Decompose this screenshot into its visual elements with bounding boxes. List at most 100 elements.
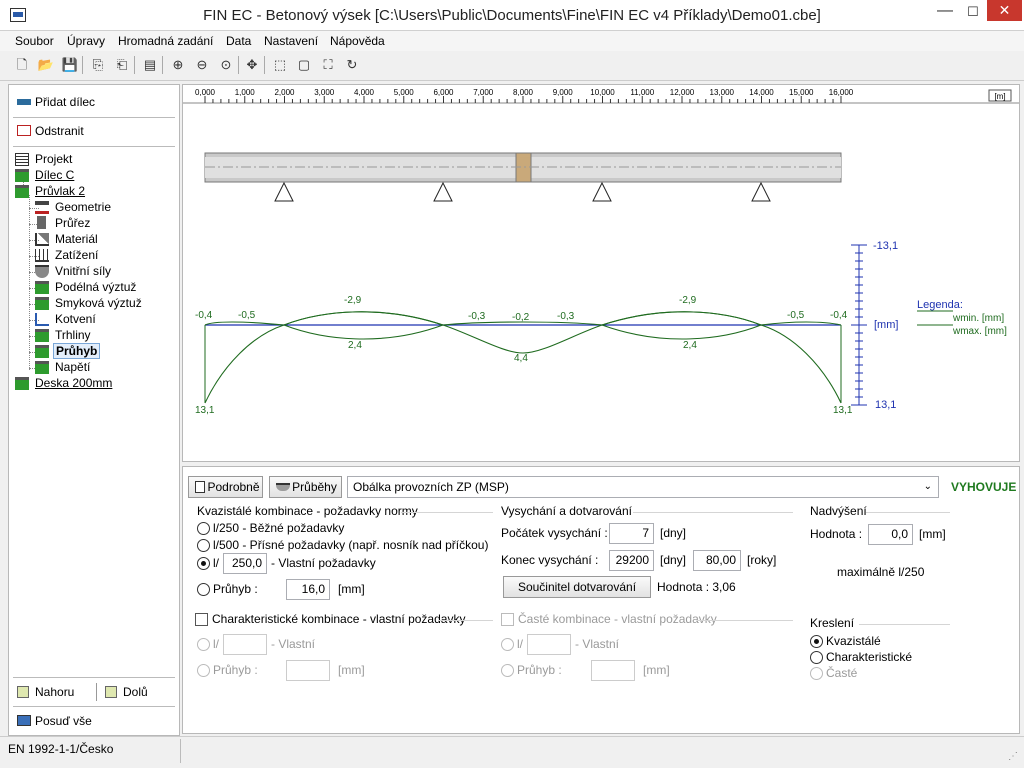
move-down-button[interactable]: Dolů (97, 678, 179, 706)
ruler-labels: 0,000 1,000 2,000 3,000 4,000 5,000 6,000 7,000… (195, 88, 854, 97)
copy-icon[interactable]: ⎘ (88, 55, 108, 75)
freq-l-input[interactable] (527, 634, 571, 655)
paste-icon[interactable]: ⎗ (112, 55, 132, 75)
deflection-label: Průhyb : (213, 582, 258, 596)
zoom-extents-icon[interactable]: ▢ (294, 55, 314, 75)
print-icon[interactable]: ▤ (140, 55, 160, 75)
menu-data[interactable]: Data (226, 34, 251, 48)
menu-hromadna-zadani[interactable]: Hromadná zadání (118, 34, 213, 48)
minimize-button[interactable]: — (930, 0, 960, 24)
ruler-label: 6,000 (433, 88, 454, 97)
char-l-input[interactable] (223, 634, 267, 655)
zoom-all-icon[interactable]: ⬚ (270, 55, 290, 75)
move-up-button[interactable]: Nahoru (9, 678, 91, 706)
dry-end-input[interactable]: 29200 (609, 550, 654, 571)
label-left: -0,4 (195, 310, 213, 321)
graph-area[interactable]: 0,000 1,000 2,000 3,000 4,000 5,000 6,000 7,000… (182, 84, 1020, 462)
zoom-in-icon[interactable]: ⊕ (168, 55, 188, 75)
camber-input[interactable]: 0,0 (868, 524, 913, 545)
chevron-down-icon: ⌄ (923, 481, 932, 492)
left-panel: Přidat dílec Odstranit Projekt Dílec C P… (8, 84, 180, 736)
radio-draw-freq[interactable] (810, 667, 823, 680)
max-text: maximálně l/250 (837, 565, 925, 579)
dry-start-input[interactable]: 7 (609, 523, 654, 544)
menu-napoveda[interactable]: Nápověda (330, 34, 385, 48)
label-span2-max: 4,4 (514, 353, 528, 364)
char-own-label: - Vlastní (271, 637, 316, 651)
refresh-zoom-icon[interactable]: ↻ (342, 55, 362, 75)
fit-icon[interactable]: ⛶ (318, 55, 338, 75)
deflection-scale (851, 244, 867, 406)
quasi-title: Kvazistálé kombinace - požadavky normy (197, 504, 418, 518)
radio-char-l[interactable] (197, 638, 210, 651)
freq-defl-unit: [mm] (643, 663, 670, 677)
label-right-end: 13,1 (833, 405, 853, 416)
label-span1: -0,5 (238, 310, 256, 321)
resize-grip-icon[interactable]: ⋰ (1008, 751, 1018, 762)
frequent-checkbox[interactable] (501, 613, 514, 626)
window-title: FIN EC - Betonový výsek [C:\Users\Public… (203, 7, 821, 24)
label-span1-max: 2,4 (348, 340, 362, 351)
stress-ok-icon (35, 361, 49, 374)
custom-l-input[interactable]: 250,0 (223, 553, 267, 574)
characteristic-checkbox[interactable] (195, 613, 208, 626)
legend-w-min: wmin. [mm] (953, 313, 1005, 324)
menu-bar: Soubor Úpravy Hromadná zadání Data Nasta… (0, 31, 1024, 51)
open-folder-icon[interactable]: 📂 (36, 55, 56, 75)
maximize-button[interactable]: ☐ (960, 0, 986, 24)
remove-icon (17, 125, 31, 136)
opt3-prefix: l/ (213, 556, 219, 570)
menu-upravy[interactable]: Úpravy (67, 34, 105, 48)
section-icon (37, 216, 46, 229)
add-member-button[interactable]: Přidat dílec (9, 88, 179, 116)
ruler-label: 12,000 (670, 88, 695, 97)
beam-ok-icon (15, 169, 29, 182)
support-icon (433, 181, 453, 202)
ruler-label: 16,000 (829, 88, 854, 97)
radio-deflection[interactable] (197, 583, 210, 596)
dry-start-unit: [dny] (660, 526, 687, 540)
combination-select[interactable]: Obálka provozních ZP (MSP) ⌄ (347, 476, 939, 498)
pan-icon[interactable]: ✥ (242, 55, 262, 75)
menu-nastaveni[interactable]: Nastavení (264, 34, 318, 48)
radio-l250[interactable] (197, 522, 210, 535)
dry-years-input[interactable]: 80,00 (693, 550, 741, 571)
radio-l500[interactable] (197, 539, 210, 552)
zoom-window-icon[interactable]: ⊙ (216, 55, 236, 75)
scale-top-label: -13,1 (873, 240, 899, 252)
load-icon (35, 249, 49, 262)
menu-soubor[interactable]: Soubor (15, 34, 54, 48)
detail-button[interactable]: Podrobně (188, 476, 263, 498)
deflection-input[interactable]: 16,0 (286, 579, 330, 600)
dry-years-unit: [roky] (747, 553, 777, 567)
radio-custom[interactable] (197, 557, 210, 570)
radio-char-defl[interactable] (197, 664, 210, 677)
freq-defl-input[interactable] (591, 660, 635, 681)
label-span3-max: 2,4 (683, 340, 697, 351)
assess-all-button[interactable]: Posuď vše (9, 707, 179, 735)
arrow-down-icon (105, 686, 117, 698)
radio-draw-char[interactable] (810, 651, 823, 664)
creep-coefficient-button[interactable]: Součinitel dotvarování (503, 576, 651, 598)
ruler-label: 2,000 (274, 88, 295, 97)
save-icon[interactable]: 💾 (60, 55, 80, 75)
new-file-icon[interactable]: 🗋 (12, 55, 32, 75)
ruler-label: 14,000 (749, 88, 774, 97)
ruler-label: 15,000 (789, 88, 814, 97)
geometry-icon (35, 201, 49, 214)
radio-freq-defl[interactable] (501, 664, 514, 677)
close-button[interactable]: ✕ (987, 0, 1022, 21)
creep-value: Hodnota : 3,06 (657, 580, 736, 594)
deflection-ok-icon (35, 345, 49, 358)
radio-freq-l[interactable] (501, 638, 514, 651)
graphs-button[interactable]: Průběhy (269, 476, 342, 498)
dry-end-label: Konec vysychání : (501, 553, 599, 567)
ruler-label: 1,000 (235, 88, 256, 97)
char-defl-input[interactable] (286, 660, 330, 681)
ruler-label: 4,000 (354, 88, 375, 97)
radio-draw-quasi[interactable] (810, 635, 823, 648)
char-title: Charakteristické kombinace - vlastní pož… (212, 612, 466, 626)
remove-member-button[interactable]: Odstranit (9, 117, 179, 145)
zoom-out-icon[interactable]: ⊖ (192, 55, 212, 75)
label-span2b: -0,3 (557, 311, 575, 322)
